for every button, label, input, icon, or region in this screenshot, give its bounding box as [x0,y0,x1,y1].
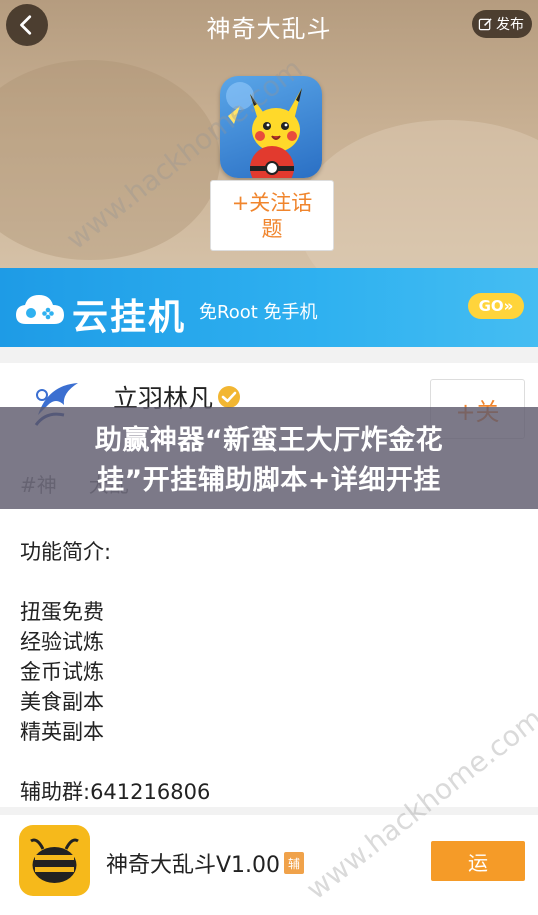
publish-label: 发布 [496,17,524,33]
header-background-blur [0,60,220,260]
cloud-gamepad-icon [16,295,64,324]
headline-line: 挂”开挂辅助脚本+详细开挂 [97,465,441,496]
page-title: 神奇大乱斗 [206,15,332,43]
headline-overlay: 助赢神器“新蛮王大厅炸金花 挂”开挂辅助脚本+详细开挂 [0,407,538,509]
edit-icon [478,17,492,30]
assist-badge: 辅 [284,852,305,874]
feature-item: 经验试炼 [20,630,104,654]
feature-item: 美食副本 [20,690,104,714]
publish-button[interactable]: 发布 [472,10,532,38]
game-app-icon [220,76,322,178]
app-name: 神奇大乱斗V1.00 辅 [106,847,305,879]
run-button[interactable]: 运 [431,841,525,881]
app-name-label: 神奇大乱斗V1.00 [106,853,281,878]
follow-topic-button[interactable]: +关注话题 [210,180,334,251]
feature-item: 精英副本 [20,720,104,744]
feature-item: 扭蛋免费 [20,600,104,624]
linked-app-row[interactable]: 神奇大乱斗V1.00 辅 运 [0,815,538,915]
go-button[interactable]: GO» [468,293,524,319]
verified-badge-icon [218,386,241,408]
topic-header: 神奇大乱斗 发布 +关注话题 [0,0,538,268]
feature-item: 金币试炼 [20,660,104,684]
bee-app-icon [19,825,90,896]
cloud-hosting-banner[interactable]: 云挂机 免Root 免手机 [0,268,538,347]
banner-title: 云挂机 [72,297,187,338]
post-content: 功能简介: 扭蛋免费 经验试炼 金币试炼 美食副本 精英副本 辅助群:64121… [20,537,210,807]
banner-subtitle: 免Root 免手机 [199,302,318,323]
headline-line: 助赢神器“新蛮王大厅炸金花 [94,425,444,456]
support-group: 辅助群:641216806 [20,780,211,804]
intro-heading: 功能简介: [20,540,112,564]
header-background-blur [298,120,538,268]
